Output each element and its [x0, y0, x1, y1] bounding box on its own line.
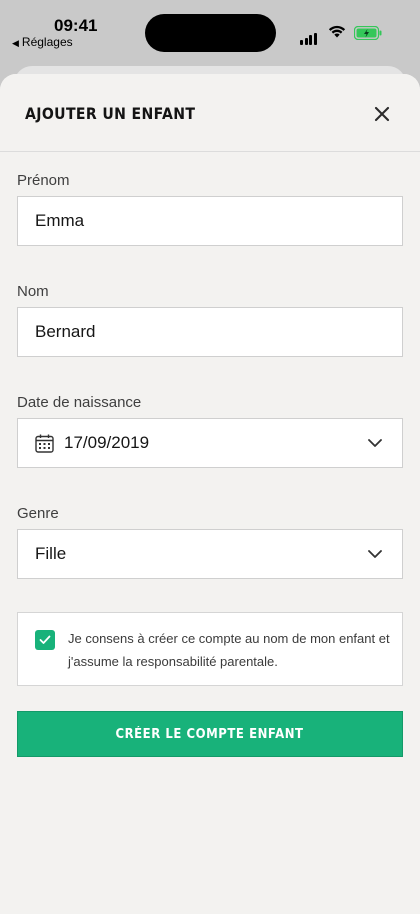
last-name-label: Nom [17, 283, 49, 300]
chevron-down-icon [367, 435, 383, 456]
chevron-down-icon [367, 546, 383, 567]
birth-date-select[interactable]: 17/09/2019 [17, 418, 403, 468]
first-name-input[interactable]: Emma [17, 196, 403, 246]
back-to-app-link[interactable]: ◀ Réglages [12, 35, 73, 49]
gender-value: Fille [35, 544, 67, 563]
close-icon [374, 106, 390, 122]
create-child-account-button[interactable]: CRÉER LE COMPTE ENFANT [17, 711, 403, 757]
create-child-account-label: CRÉER LE COMPTE ENFANT [115, 726, 305, 742]
dynamic-island [145, 14, 276, 52]
consent-text: Je consens à créer ce compte au nom de m… [68, 631, 390, 669]
last-name-input[interactable]: Bernard [17, 307, 403, 357]
gender-label: Genre [17, 505, 59, 522]
first-name-value: Emma [35, 211, 85, 230]
battery-icon [353, 25, 382, 45]
sheet-header: AJOUTER UN ENFANT [0, 74, 420, 152]
back-app-label: Réglages [21, 35, 73, 49]
status-bar: 09:41 ◀ Réglages [0, 0, 420, 60]
signal-icon [300, 27, 318, 45]
gender-select[interactable]: Fille [17, 529, 403, 579]
add-child-sheet: AJOUTER UN ENFANT Prénom Emma Nom Bernar… [0, 74, 420, 914]
last-name-value: Bernard [35, 322, 96, 341]
wifi-icon [328, 24, 346, 43]
calendar-icon [35, 434, 54, 453]
birth-date-value: 17/09/2019 [64, 433, 150, 452]
back-triangle-icon: ◀ [12, 38, 19, 48]
status-time: 09:41 [54, 16, 98, 35]
checkmark-icon [39, 635, 51, 644]
consent-checkbox[interactable] [35, 630, 55, 650]
close-button[interactable] [368, 100, 396, 128]
sheet-title: AJOUTER UN ENFANT [25, 104, 196, 123]
birth-date-label: Date de naissance [17, 394, 142, 411]
consent-box: Je consens à créer ce compte au nom de m… [17, 612, 403, 686]
first-name-label: Prénom [17, 172, 70, 189]
